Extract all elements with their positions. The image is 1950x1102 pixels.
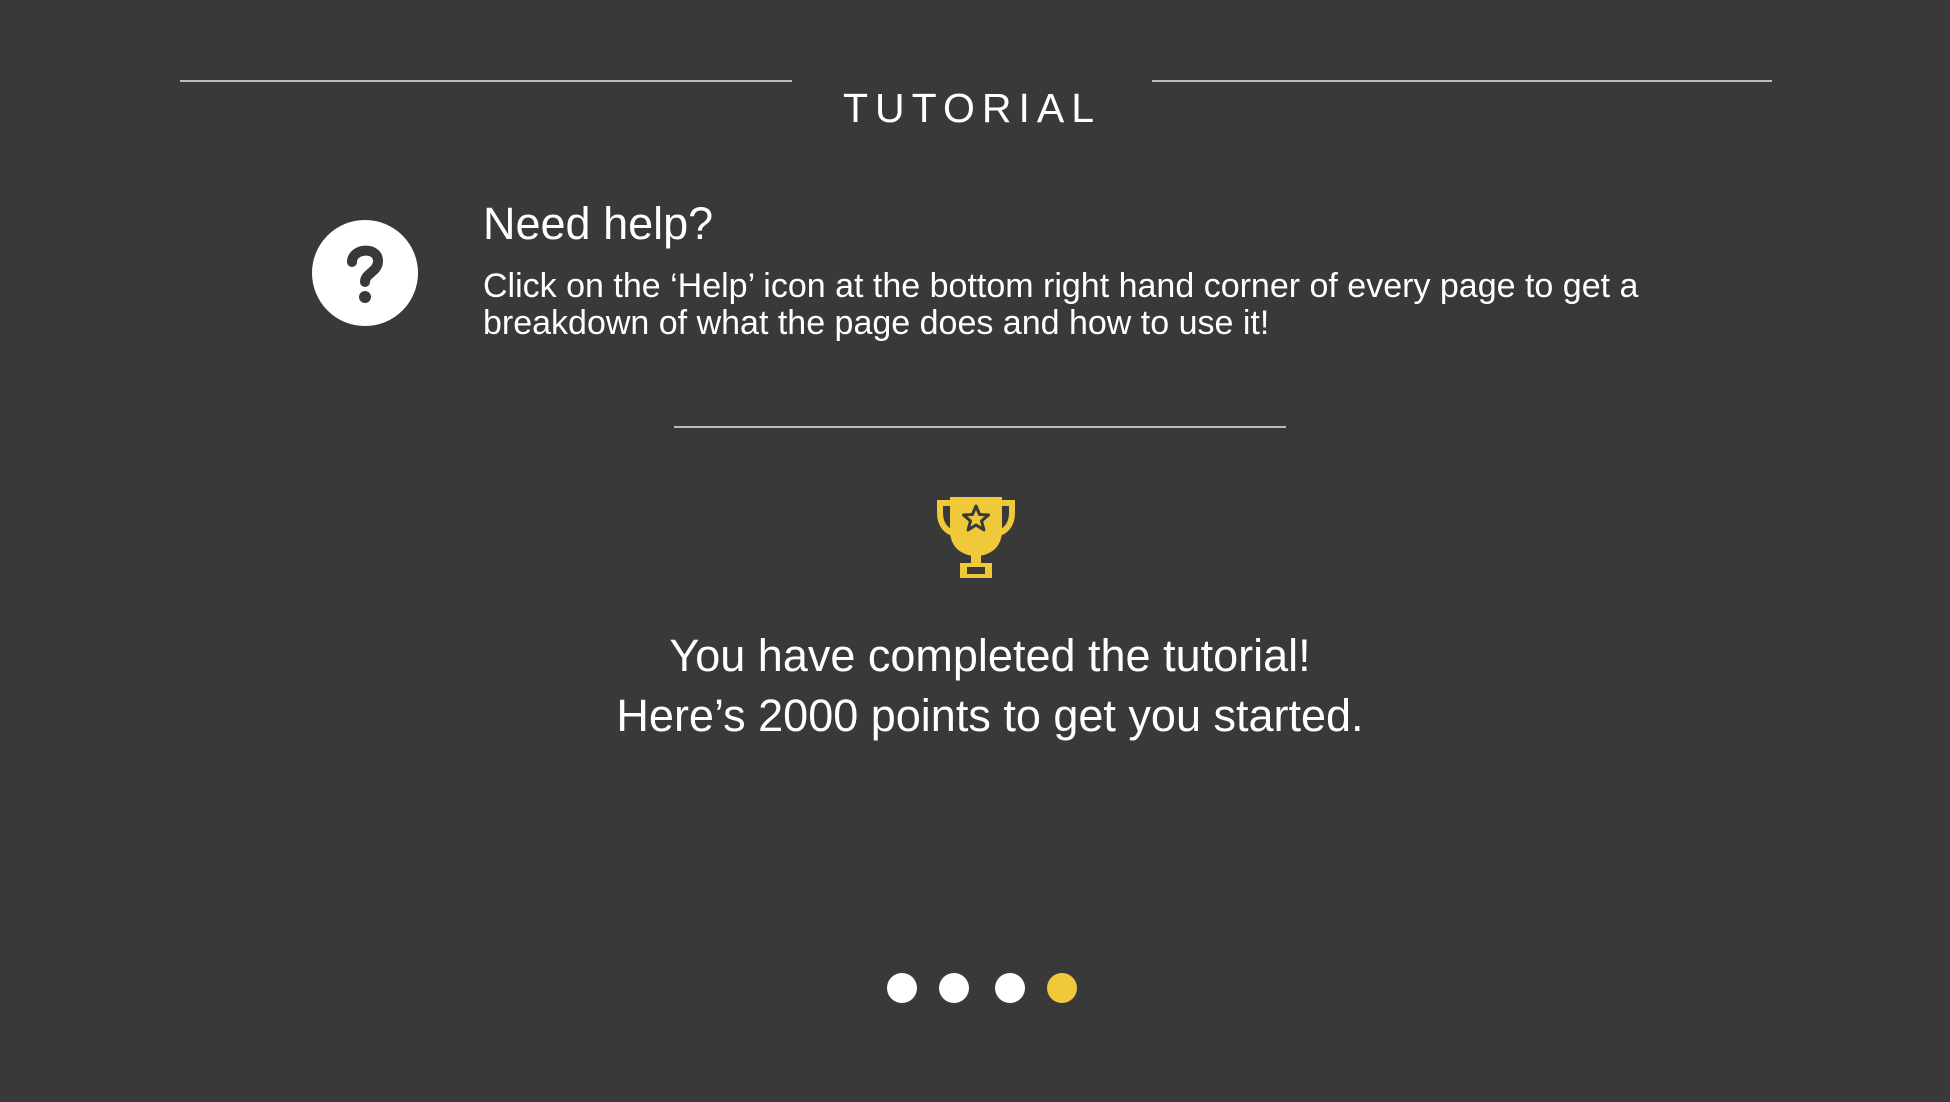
title-divider-right <box>1152 80 1772 82</box>
trophy-icon <box>937 497 1015 578</box>
pagination-dot-3[interactable] <box>995 973 1025 1003</box>
help-description: Click on the ‘Help’ icon at the bottom r… <box>483 267 1639 342</box>
completion-line-2: Here’s 2000 points to get you started. <box>616 690 1364 741</box>
completion-line-1: You have completed the tutorial! <box>669 630 1311 681</box>
question-circle-icon <box>312 220 418 326</box>
page-title: TUTORIAL <box>843 85 1101 132</box>
completion-message: You have completed the tutorial! Here’s … <box>440 626 1540 746</box>
title-divider-left <box>180 80 792 82</box>
tutorial-screen: TUTORIAL Need help? Click on the ‘Help’ … <box>0 0 1950 1102</box>
pagination-dots <box>0 973 1950 1003</box>
pagination-dot-2[interactable] <box>939 973 969 1003</box>
pagination-dot-4[interactable] <box>1047 973 1077 1003</box>
pagination-dot-1[interactable] <box>887 973 917 1003</box>
help-heading: Need help? <box>483 198 714 249</box>
section-divider <box>674 426 1286 428</box>
